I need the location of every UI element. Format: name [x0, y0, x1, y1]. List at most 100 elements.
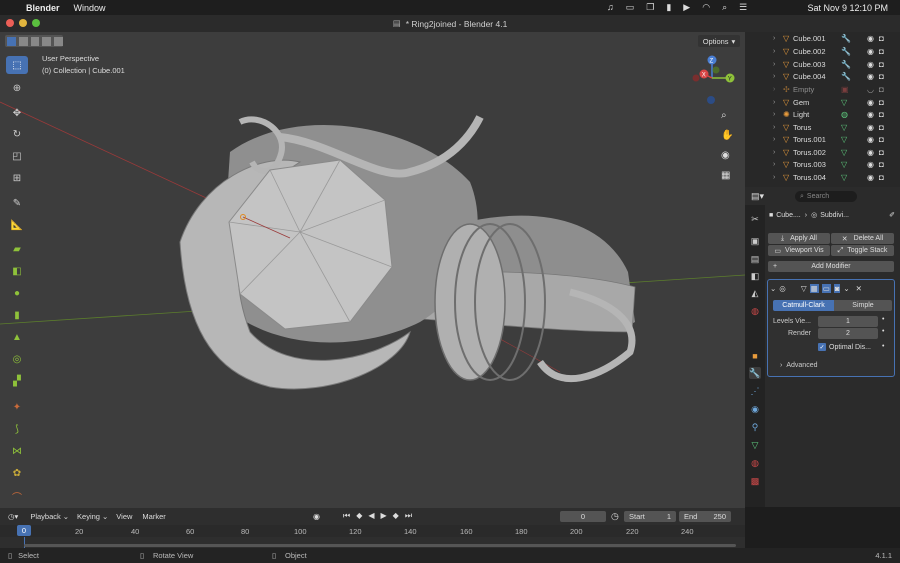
- play-icon[interactable]: ▶: [381, 511, 387, 521]
- eye-icon[interactable]: ◉: [867, 60, 879, 69]
- options-dropdown[interactable]: Options ▾: [698, 35, 740, 47]
- pan-hand-icon[interactable]: ✋: [721, 130, 733, 141]
- texture-tab-icon[interactable]: ▩: [749, 475, 761, 487]
- invert-mode-icon[interactable]: [42, 36, 52, 46]
- eye-icon[interactable]: ◉: [867, 160, 879, 169]
- wrench-icon[interactable]: 🔧: [841, 47, 867, 56]
- physics-tab-icon[interactable]: ◉: [749, 403, 761, 415]
- keying-menu[interactable]: Keying: [77, 512, 100, 521]
- measure-tool[interactable]: 📐: [6, 216, 28, 234]
- render-toggle-icon[interactable]: ◙: [833, 283, 841, 293]
- camera-icon[interactable]: ◘: [879, 135, 891, 144]
- constraint-icon[interactable]: ▣: [841, 85, 867, 94]
- camera-icon[interactable]: ◘: [879, 110, 891, 119]
- camera-icon[interactable]: ◘: [879, 72, 891, 81]
- subtract-mode-icon[interactable]: [30, 36, 40, 46]
- breadcrumb-object[interactable]: Cube....: [776, 212, 801, 219]
- close-modifier-icon[interactable]: ✕: [856, 284, 862, 293]
- control-center-icon[interactable]: ☰: [739, 2, 747, 13]
- object-tab-icon[interactable]: ■: [749, 350, 761, 362]
- outliner-row[interactable]: › ▽ Cube.002 🔧 ◉ ◘: [745, 45, 900, 58]
- select-box-tool[interactable]: ⬚: [6, 56, 28, 74]
- edit-mode-toggle-icon[interactable]: ▦: [809, 283, 819, 293]
- clock[interactable]: Sat Nov 9 12:10 PM: [807, 3, 888, 13]
- levels-viewport-field[interactable]: 1: [818, 316, 878, 327]
- outliner-row[interactable]: › ✺ Light ◍ ◉ ◘: [745, 108, 900, 121]
- catmull-clark-button[interactable]: Catmull-Clark: [773, 300, 834, 311]
- headphones-icon[interactable]: ♫: [607, 2, 614, 13]
- battery-icon[interactable]: ▮: [666, 2, 671, 13]
- material-tab-icon[interactable]: ◍: [749, 457, 761, 469]
- cursor-tool[interactable]: ⊕: [6, 79, 28, 97]
- eye-icon[interactable]: ◉: [867, 72, 879, 81]
- current-frame-field[interactable]: 0: [560, 510, 606, 522]
- output-tab-icon[interactable]: ▤: [749, 253, 761, 265]
- light-data-icon[interactable]: ◍: [841, 110, 867, 119]
- wrench-icon[interactable]: 🔧: [841, 72, 867, 81]
- constraints-tab-icon[interactable]: ⚲: [749, 421, 761, 433]
- viewport-header-modes[interactable]: [5, 35, 63, 47]
- marker-menu[interactable]: Marker: [142, 512, 165, 521]
- transform-tool[interactable]: ⊞: [6, 169, 28, 187]
- jump-end-icon[interactable]: ⏭: [405, 511, 412, 521]
- windows-icon[interactable]: ❐: [646, 2, 654, 13]
- add-light-tool[interactable]: ✦: [6, 398, 28, 416]
- keyframe-dot-icon[interactable]: •: [882, 343, 884, 350]
- outliner-row[interactable]: › ✣ Empty ▣ ◡ ◘: [745, 83, 900, 96]
- add-metaball-tool[interactable]: ✿: [6, 464, 28, 482]
- dropdown-chevron-icon[interactable]: ⌄: [843, 284, 849, 293]
- view-menu[interactable]: View: [116, 512, 132, 521]
- add-plane-tool[interactable]: ▰: [6, 240, 28, 258]
- modifier-tab-icon[interactable]: 🔧: [749, 367, 761, 379]
- camera-icon[interactable]: ◘: [879, 160, 891, 169]
- eye-closed-icon[interactable]: ◡: [867, 85, 879, 94]
- timeline[interactable]: ◷▾ Playback ⌄ Keying ⌄ View Marker ◉ ⏮ ◆ ◀…: [0, 508, 745, 548]
- scene-tab-icon[interactable]: ◭: [749, 287, 761, 299]
- eye-icon[interactable]: ◉: [867, 123, 879, 132]
- outliner-row[interactable]: › ▽ Torus.002 ▽ ◉ ◘: [745, 146, 900, 159]
- add-empty-tool[interactable]: ⋈: [6, 442, 28, 460]
- autokey-icon[interactable]: ◉: [313, 512, 320, 521]
- add-torus-tool[interactable]: ◎: [6, 350, 28, 368]
- minimize-window-button[interactable]: [19, 19, 27, 27]
- simple-button[interactable]: Simple: [834, 300, 892, 311]
- camera-icon[interactable]: ◘: [879, 47, 891, 56]
- camera-icon[interactable]: ◘: [879, 148, 891, 157]
- keyframe-dot-icon[interactable]: •: [882, 328, 884, 335]
- timeline-ruler[interactable]: 0 20 40 60 80 100 120 140 160 180 200 22…: [0, 525, 745, 537]
- eye-icon[interactable]: ◉: [867, 98, 879, 107]
- apply-all-button[interactable]: ⤓ Apply All: [768, 233, 830, 244]
- eye-icon[interactable]: ◉: [867, 148, 879, 157]
- pin-icon[interactable]: ✐: [889, 211, 895, 219]
- view-layer-tab-icon[interactable]: ◧: [749, 270, 761, 282]
- particles-tab-icon[interactable]: ⋰: [749, 385, 761, 397]
- render-tab-icon[interactable]: ▣: [749, 235, 761, 247]
- annotate-tool[interactable]: ✎: [6, 194, 28, 212]
- data-tab-icon[interactable]: ▽: [749, 439, 761, 451]
- timeline-scrollbar[interactable]: [24, 544, 736, 547]
- jump-start-icon[interactable]: ⏮: [343, 511, 350, 521]
- collapse-chevron-icon[interactable]: ⌄: [770, 284, 776, 293]
- app-menu[interactable]: Blender: [26, 3, 60, 13]
- tool-tab-icon[interactable]: ✂: [749, 213, 761, 225]
- breadcrumb-modifier[interactable]: Subdivi...: [820, 212, 849, 219]
- outliner-row[interactable]: › ▽ Cube.004 🔧 ◉ ◘: [745, 70, 900, 83]
- add-modifier-button[interactable]: + Add Modifier: [768, 261, 894, 272]
- advanced-subpanel[interactable]: › Advanced: [780, 362, 817, 369]
- mesh-data-icon[interactable]: ▽: [841, 123, 867, 132]
- eye-icon[interactable]: ◉: [867, 34, 879, 43]
- camera-icon[interactable]: ◘: [879, 60, 891, 69]
- select-mode-icon[interactable]: [7, 36, 16, 46]
- search-icon[interactable]: ⌕: [722, 2, 727, 13]
- render-levels-field[interactable]: 2: [818, 328, 878, 339]
- eye-icon[interactable]: ◉: [867, 110, 879, 119]
- camera-icon[interactable]: ◘: [879, 85, 891, 94]
- camera-view-icon[interactable]: ◉: [721, 150, 730, 161]
- rotate-tool[interactable]: ↻: [6, 125, 28, 143]
- end-frame-field[interactable]: End 250: [679, 510, 731, 522]
- outliner-row[interactable]: › ▽ Cube.001 🔧 ◉ ◘: [745, 32, 900, 45]
- intersect-mode-icon[interactable]: [54, 36, 63, 46]
- wrench-icon[interactable]: 🔧: [841, 34, 867, 43]
- eye-icon[interactable]: ◉: [867, 173, 879, 182]
- properties-search-field[interactable]: ⌕ Search: [795, 191, 857, 202]
